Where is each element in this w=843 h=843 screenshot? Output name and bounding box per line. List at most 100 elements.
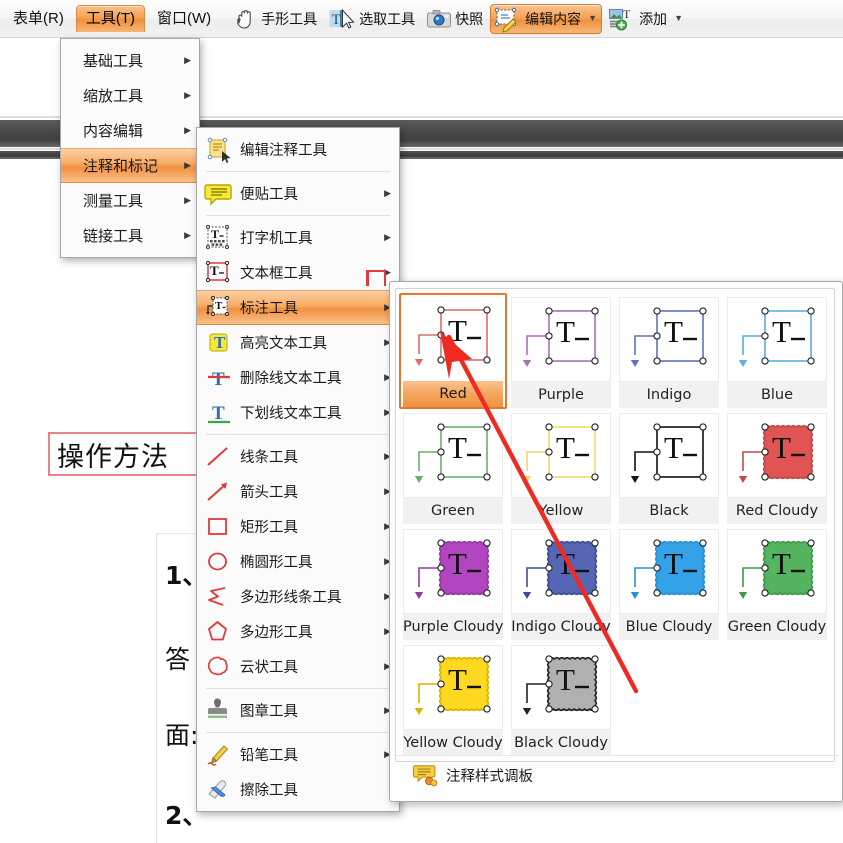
style-red[interactable]: T Red: [399, 293, 507, 409]
menu-item-underline-text[interactable]: T 下划线文本工具 ▶: [197, 395, 399, 430]
submenu-arrow-icon: ▶: [384, 188, 391, 198]
annotation-style-palette-item[interactable]: 注释样式调板: [395, 755, 839, 795]
menu-separator: [206, 434, 390, 435]
menu-item-eraser[interactable]: 擦除工具: [197, 772, 399, 807]
style-blue[interactable]: T Blue: [723, 293, 831, 409]
menu-item-content-edit[interactable]: 内容编辑 ▶: [61, 113, 199, 148]
menu-item-label: 多边形工具: [240, 625, 313, 641]
stamp-icon: [205, 698, 235, 724]
menu-item-strikeout-text[interactable]: T 删除线文本工具 ▶: [197, 360, 399, 395]
style-label: Purple: [511, 382, 611, 408]
menu-item-rectangle[interactable]: 矩形工具 ▶: [197, 509, 399, 544]
highlight-text-icon: T: [205, 330, 235, 356]
menu-item-annotate-markup[interactable]: 注释和标记 ▶: [61, 148, 199, 183]
style-black-cloudy[interactable]: T Black Cloudy: [507, 641, 615, 757]
cloud-icon: [205, 654, 235, 680]
menubar-item-1[interactable]: 工具(T): [75, 5, 145, 32]
menu-item-label: 删除线文本工具: [240, 371, 342, 387]
menu-item-sticky-note[interactable]: 便贴工具 ▶: [197, 176, 399, 211]
svg-text:T: T: [210, 263, 219, 278]
svg-text:T: T: [664, 314, 683, 349]
menu-item-pencil[interactable]: 铅笔工具 ▶: [197, 737, 399, 772]
svg-text:T: T: [448, 430, 467, 465]
snapshot-button[interactable]: 快照: [422, 5, 488, 33]
menu-separator: [206, 732, 390, 733]
style-green-cloudy[interactable]: T Green Cloudy: [723, 525, 831, 641]
menu-item-line[interactable]: 线条工具 ▶: [197, 439, 399, 474]
style-thumbnail: T: [511, 529, 611, 615]
style-label: Red Cloudy: [727, 498, 827, 524]
svg-text:T: T: [448, 662, 467, 697]
style-indigo-cloudy[interactable]: T Indigo Cloudy: [507, 525, 615, 641]
edit-annotation-icon: [205, 137, 235, 163]
style-thumbnail: T: [403, 529, 503, 615]
polyline-icon: [205, 584, 235, 610]
add-button[interactable]: T 添加 ▼: [604, 4, 688, 34]
eraser-icon: [205, 777, 235, 803]
style-green[interactable]: T Green: [399, 409, 507, 525]
style-purple[interactable]: T Purple: [507, 293, 615, 409]
style-label: Purple Cloudy: [403, 614, 503, 640]
menu-item-ellipse[interactable]: 椭圆形工具 ▶: [197, 544, 399, 579]
submenu-arrow-icon: ▶: [184, 160, 191, 170]
menu-item-label: 便贴工具: [240, 187, 298, 203]
menu-item-polygon[interactable]: 多边形工具 ▶: [197, 614, 399, 649]
style-red-cloudy[interactable]: T Red Cloudy: [723, 409, 831, 525]
svg-text:T: T: [448, 313, 467, 348]
style-label: Yellow Cloudy: [403, 730, 503, 756]
rectangle-icon: [205, 514, 235, 540]
menubar-item-2[interactable]: 窗口(W): [147, 5, 221, 32]
chevron-down-icon[interactable]: ▼: [588, 14, 597, 23]
svg-text:T: T: [211, 227, 219, 241]
menu-item-link-tools[interactable]: 链接工具 ▶: [61, 218, 199, 253]
menu-item-label: 云状工具: [240, 660, 298, 676]
annotation-tools-menu: 编辑注释工具 便贴工具 ▶ T 打字机工具 ▶ T 文本框工具 ▶ T 标注工具…: [196, 127, 400, 812]
typewriter-icon: T: [205, 224, 235, 251]
menu-item-basic-tools[interactable]: 基础工具 ▶: [61, 43, 199, 78]
menu-item-label: 内容编辑: [83, 122, 144, 140]
edit-content-button[interactable]: 编辑内容 ▼: [490, 3, 603, 34]
menu-item-typewriter[interactable]: T 打字机工具 ▶: [197, 220, 399, 255]
svg-text:T: T: [556, 546, 575, 581]
edit-content-label: 编辑内容: [525, 10, 582, 27]
polygon-icon: [205, 619, 235, 645]
arrow-icon: [205, 479, 235, 505]
hand-tool-button[interactable]: 手形工具: [230, 3, 322, 35]
menu-item-arrow[interactable]: 箭头工具 ▶: [197, 474, 399, 509]
style-indigo[interactable]: T Indigo: [615, 293, 723, 409]
menu-item-label: 测量工具: [83, 192, 144, 210]
line-icon: [205, 444, 235, 470]
style-yellow[interactable]: T Yellow: [507, 409, 615, 525]
menu-item-stamp[interactable]: 图章工具 ▶: [197, 693, 399, 728]
menubar-item-0[interactable]: 表单(R): [3, 5, 74, 32]
menu-item-highlight-text[interactable]: T 高亮文本工具 ▶: [197, 325, 399, 360]
menu-item-label: 椭圆形工具: [240, 555, 313, 571]
strikeout-text-icon: T: [205, 365, 235, 391]
style-blue-cloudy[interactable]: T Blue Cloudy: [615, 525, 723, 641]
style-yellow-cloudy[interactable]: T Yellow Cloudy: [399, 641, 507, 757]
select-tool-button[interactable]: T 选取工具: [324, 4, 420, 34]
submenu-arrow-icon: ▶: [184, 55, 191, 65]
svg-text:T: T: [212, 369, 225, 390]
menu-item-measure-tools[interactable]: 测量工具 ▶: [61, 183, 199, 218]
menu-item-zoom-tools[interactable]: 缩放工具 ▶: [61, 78, 199, 113]
svg-text:T: T: [556, 430, 575, 465]
camera-icon: [427, 9, 452, 29]
menu-item-label: 链接工具: [83, 227, 144, 245]
callout-icon: T: [205, 295, 235, 321]
style-purple-cloudy[interactable]: T Purple Cloudy: [399, 525, 507, 641]
submenu-arrow-icon: ▶: [184, 125, 191, 135]
callout-style-palette: T Red T Purple T Indigo T Blue T Green T Yellow T Bla…: [389, 281, 843, 802]
menu-item-cloud[interactable]: 云状工具 ▶: [197, 649, 399, 684]
menu-item-callout[interactable]: T 标注工具 ▶: [197, 290, 399, 325]
style-thumbnail: T: [511, 413, 611, 499]
menu-item-edit-annotation[interactable]: 编辑注释工具: [197, 132, 399, 167]
style-black[interactable]: T Black: [615, 409, 723, 525]
menu-item-label: 编辑注释工具: [240, 143, 327, 159]
style-thumbnail: T: [403, 297, 503, 382]
chevron-down-icon-2[interactable]: ▼: [674, 14, 683, 23]
menu-item-polyline[interactable]: 多边形线条工具 ▶: [197, 579, 399, 614]
style-thumbnail: T: [727, 529, 827, 615]
style-label: Yellow: [511, 498, 611, 524]
menu-separator: [206, 171, 390, 172]
